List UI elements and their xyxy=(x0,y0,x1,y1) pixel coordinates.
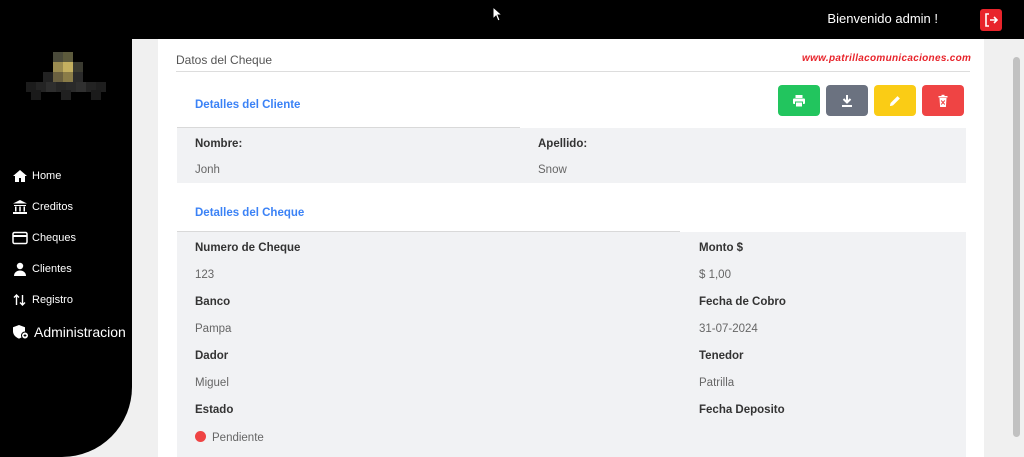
nombre-value: Jonh xyxy=(195,164,220,176)
fecha-cobro-label: Fecha de Cobro xyxy=(699,296,786,308)
apellido-label: Apellido: xyxy=(538,138,588,150)
logout-icon xyxy=(985,13,999,27)
tenedor-label: Tenedor xyxy=(699,350,744,362)
monto-label: Monto $ xyxy=(699,242,744,254)
top-bar: Bienvenido admin ! xyxy=(0,0,1024,39)
logout-button[interactable] xyxy=(980,9,1002,31)
sidebar-item-administracion[interactable]: Administracion xyxy=(12,315,126,349)
user-icon xyxy=(14,262,26,276)
sidebar-item-label: Clientes xyxy=(32,262,72,275)
title-divider xyxy=(176,71,970,72)
main-content: Datos del Cheque www.patrillacomunicacio… xyxy=(158,39,984,457)
estado-value: Pendiente xyxy=(195,431,264,444)
print-icon xyxy=(793,94,805,107)
arrows-icon xyxy=(13,293,26,306)
download-button[interactable] xyxy=(826,85,868,116)
dador-label: Dador xyxy=(195,350,229,362)
card-icon xyxy=(12,231,28,244)
scrollbar[interactable] xyxy=(1009,39,1024,457)
sidebar-item-label: Administracion xyxy=(34,324,126,340)
sidebar-item-label: Cheques xyxy=(32,231,77,244)
estado-text: Pendiente xyxy=(212,432,264,444)
monto-value: $ 1,00 xyxy=(699,269,731,281)
watermark: www.patrillacomunicaciones.com xyxy=(802,53,972,64)
numero-label: Numero de Cheque xyxy=(195,242,301,254)
tab-detalles-cliente[interactable]: Detalles del Cliente xyxy=(195,99,300,111)
sidebar-item-creditos[interactable]: Creditos xyxy=(12,191,126,222)
sidebar-nav: Home Creditos Cheques Clientes Registro … xyxy=(12,160,126,349)
home-icon xyxy=(13,169,27,182)
dador-value: Miguel xyxy=(195,377,229,389)
sidebar-item-label: Creditos xyxy=(32,200,73,213)
nombre-label: Nombre: xyxy=(195,138,243,150)
estado-label: Estado xyxy=(195,404,234,416)
banco-label: Banco xyxy=(195,296,231,308)
trash-icon xyxy=(938,94,948,107)
mouse-cursor-icon xyxy=(492,6,502,22)
print-button[interactable] xyxy=(778,85,820,116)
apellido-value: Snow xyxy=(538,164,567,176)
sidebar-item-clientes[interactable]: Clientes xyxy=(12,253,126,284)
status-dot xyxy=(195,431,206,442)
sidebar: Home Creditos Cheques Clientes Registro … xyxy=(0,0,132,457)
cliente-panel: Nombre: Jonh Apellido: Snow xyxy=(177,128,966,183)
action-buttons xyxy=(778,85,964,116)
tenedor-value: Patrilla xyxy=(699,377,735,389)
page-title: Datos del Cheque xyxy=(176,53,273,67)
pencil-icon xyxy=(890,95,900,106)
bank-icon xyxy=(13,199,27,214)
download-icon xyxy=(842,94,852,107)
sidebar-item-home[interactable]: Home xyxy=(12,160,126,191)
numero-value: 123 xyxy=(195,269,215,281)
sidebar-item-label: Home xyxy=(32,169,62,182)
tab-detalles-cheque[interactable]: Detalles del Cheque xyxy=(195,207,304,219)
delete-button[interactable] xyxy=(922,85,964,116)
welcome-text: Bienvenido admin ! xyxy=(827,11,938,26)
fecha-deposito-label: Fecha Deposito xyxy=(699,404,785,416)
scrollbar-thumb[interactable] xyxy=(1013,57,1020,437)
sidebar-item-label: Registro xyxy=(32,293,73,306)
shield-icon xyxy=(13,325,29,340)
sidebar-item-registro[interactable]: Registro xyxy=(12,284,126,315)
logo xyxy=(26,52,106,100)
sidebar-item-cheques[interactable]: Cheques xyxy=(12,222,126,253)
fecha-cobro-value: 31-07-2024 xyxy=(699,323,758,335)
banco-value: Pampa xyxy=(195,323,232,335)
edit-button[interactable] xyxy=(874,85,916,116)
cheque-panel: Numero de Cheque 123 Monto $ $ 1,00 Banc… xyxy=(177,232,966,457)
